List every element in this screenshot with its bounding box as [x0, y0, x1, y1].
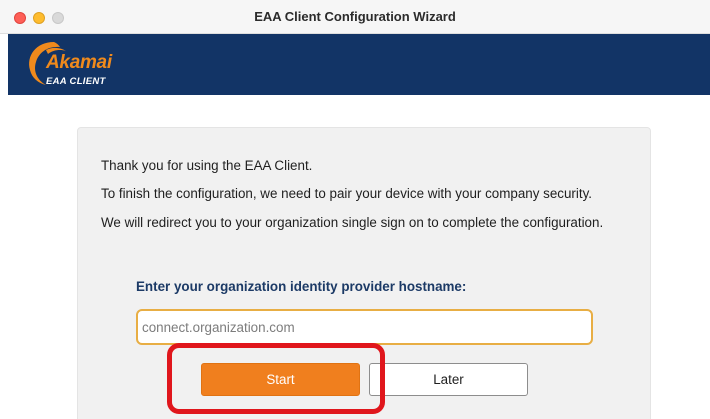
later-button[interactable]: Later — [369, 363, 528, 396]
hostname-label: Enter your organization identity provide… — [136, 279, 467, 294]
logo-subtitle: EAA CLIENT — [46, 76, 106, 87]
hostname-input[interactable] — [136, 309, 593, 345]
window-title: EAA Client Configuration Wizard — [254, 9, 456, 24]
logo-wordmark: Akamai — [46, 52, 112, 73]
configuration-card: Thank you for using the EAA Client. To f… — [77, 127, 651, 419]
intro-line-redirect: We will redirect you to your organizatio… — [101, 215, 604, 230]
header-banner: Akamai EAA CLIENT — [8, 34, 710, 95]
akamai-logo: Akamai EAA CLIENT — [24, 38, 134, 90]
intro-line-pairing: To finish the configuration, we need to … — [101, 186, 592, 201]
wizard-window: EAA Client Configuration Wizard Akamai E… — [0, 0, 710, 419]
intro-line-thanks: Thank you for using the EAA Client. — [101, 158, 313, 173]
title-bar: EAA Client Configuration Wizard — [0, 0, 710, 34]
start-button[interactable]: Start — [201, 363, 360, 396]
